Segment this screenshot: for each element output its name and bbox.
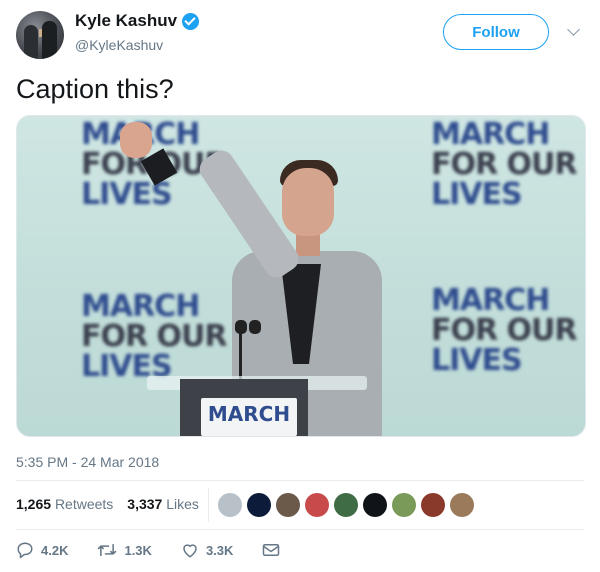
sign-line: LIVES <box>431 177 523 212</box>
tweet-text: Caption this? <box>16 74 174 104</box>
sign-line: FOR OUR <box>431 147 578 182</box>
verified-badge-icon <box>182 12 200 30</box>
microphone <box>249 320 261 334</box>
envelope-icon <box>262 542 280 558</box>
divider <box>16 480 584 481</box>
sign-text-block: MARCH FOR OUR LIVES <box>431 117 578 212</box>
likes-stat[interactable]: 3,337 Likes <box>127 496 199 512</box>
liker-avatar[interactable] <box>421 493 445 517</box>
display-name[interactable]: Kyle Kashuv <box>75 11 177 31</box>
raised-fist <box>120 122 152 158</box>
like-button[interactable]: 3.3K <box>181 541 233 559</box>
reply-count: 4.2K <box>41 542 69 558</box>
like-count: 3.3K <box>205 542 234 558</box>
retweets-stat[interactable]: 1,265 Retweets <box>16 496 113 512</box>
divider <box>16 529 584 530</box>
reply-icon <box>16 541 34 559</box>
liker-avatar[interactable] <box>218 493 242 517</box>
follow-button[interactable]: Follow <box>443 14 549 50</box>
sign-line: MARCH <box>431 117 550 152</box>
tweet-header: Kyle Kashuv @KyleKashuv Follow <box>0 0 600 66</box>
liker-avatar[interactable] <box>305 493 329 517</box>
avatar[interactable] <box>16 11 64 59</box>
liker-avatar[interactable] <box>363 493 387 517</box>
tweet-timestamp[interactable]: 5:35 PM - 24 Mar 2018 <box>16 454 159 470</box>
sign-text-block: MARCH FOR OUR LIVES <box>431 283 578 378</box>
retweets-label: Retweets <box>54 496 114 512</box>
sign-line: MARCH <box>81 120 227 150</box>
sign-line: LIVES <box>431 343 523 378</box>
retweet-count: 1.3K <box>124 542 152 558</box>
tweet-stats: 1,265 Retweets 3,337 Likes <box>16 496 199 512</box>
heart-icon <box>181 541 199 559</box>
likes-label: Likes <box>166 496 199 512</box>
liker-avatar[interactable] <box>247 493 271 517</box>
liker-avatars <box>218 493 479 517</box>
liker-avatar[interactable] <box>392 493 416 517</box>
tweet-photo[interactable]: MARCH FOR OUR LIVES MARCH FOR OUR LIVES … <box>16 115 586 437</box>
sign-line: FOR OUR <box>81 319 228 354</box>
user-handle[interactable]: @KyleKashuv <box>75 37 163 53</box>
podium-sign-text: MARCH <box>207 402 291 426</box>
microphone-stand <box>239 331 242 381</box>
liker-avatar[interactable] <box>276 493 300 517</box>
podium-sign: MARCH <box>201 398 297 436</box>
direct-message-button[interactable] <box>262 542 287 558</box>
avatar-figure <box>24 25 38 59</box>
reply-button[interactable]: 4.2K <box>16 541 68 559</box>
chevron-down-icon[interactable] <box>567 23 580 36</box>
sign-line: FOR OUR <box>431 313 578 348</box>
retweets-count: 1,265 <box>16 496 52 512</box>
sign-line: MARCH <box>431 283 550 318</box>
avatar-figure <box>42 21 57 59</box>
sign-line: MARCH <box>81 289 200 324</box>
author-name-row[interactable]: Kyle Kashuv <box>75 11 200 31</box>
speaker-head <box>282 168 334 236</box>
liker-avatar[interactable] <box>334 493 358 517</box>
tweet-actions: 4.2K 1.3K 3.3K <box>16 541 316 559</box>
sign-text-block: MARCH FOR OUR LIVES <box>81 289 228 382</box>
retweet-icon <box>97 541 117 559</box>
retweet-button[interactable]: 1.3K <box>97 541 152 559</box>
liker-avatar[interactable] <box>450 493 474 517</box>
stats-separator <box>208 488 209 522</box>
likes-count: 3,337 <box>127 496 163 512</box>
